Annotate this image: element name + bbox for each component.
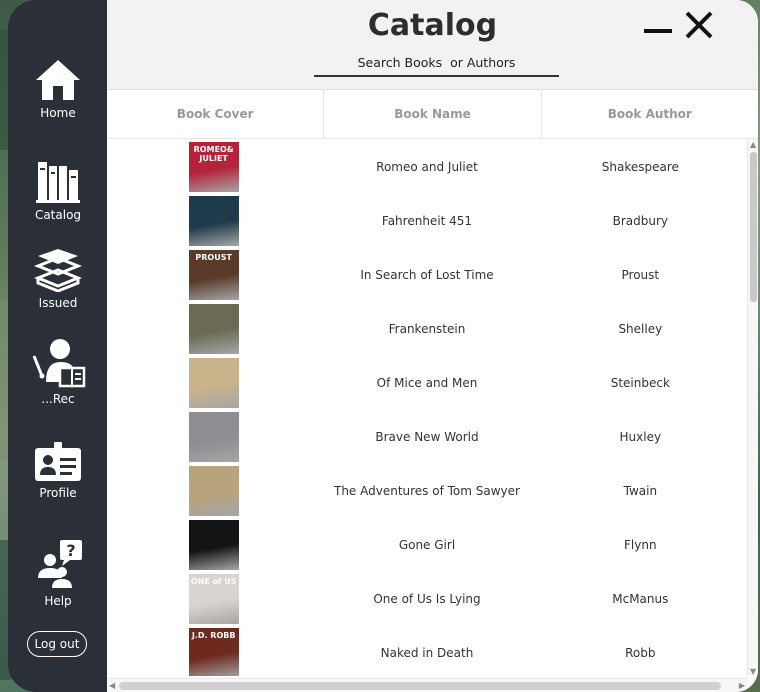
cover-cell [107,520,320,570]
cover-title-text: ROMEO& JULIET [193,145,234,163]
scroll-left-icon[interactable]: ◀ [109,681,115,690]
column-header-author[interactable]: Book Author [542,90,758,138]
cover-cell [107,304,320,354]
table-row[interactable]: Frankenstein Shelley [107,302,747,356]
book-author-cell: Huxley [619,430,662,444]
sidebar-item-label: Catalog [34,208,82,222]
table-row[interactable]: Of Mice and Men Steinbeck [107,356,747,410]
book-name-cell: Fahrenheit 451 [381,214,473,228]
home-icon [36,60,80,100]
sidebar: Home Catalog Issued ...Rec Profile ? Hel… [8,0,108,692]
table-row[interactable]: The Adventures of Tom Sawyer Twain [107,464,747,518]
book-author-cell: Flynn [624,538,657,552]
logout-button[interactable]: Log out [27,631,87,657]
book-name-cell: Naked in Death [380,646,474,660]
book-author-cell: McManus [612,592,669,606]
minimize-button[interactable] [644,20,672,39]
book-name-cell: One of Us Is Lying [373,592,481,606]
sidebar-item-label: ...Rec [41,392,75,406]
book-author-cell: Shakespeare [601,160,679,174]
teacher-icon [32,339,86,388]
book-author-cell: Shelley [618,322,663,336]
table-header: Book Cover Book Name Book Author [107,90,758,139]
book-cover-image[interactable] [188,412,239,462]
book-name-cell: In Search of Lost Time [360,268,494,282]
scroll-up-icon[interactable]: ▲ [750,140,756,149]
sidebar-item-home[interactable]: Home [8,58,108,120]
svg-text:?: ? [66,541,75,560]
book-name-cell: Brave New World [375,430,479,444]
book-cover-image[interactable]: J.D. ROBB [188,628,239,676]
scroll-right-icon[interactable]: ▶ [739,681,745,690]
book-author-cell: Bradbury [612,214,669,228]
id-card-icon [35,442,81,481]
table-body: ROMEO& JULIET Romeo and Juliet Shakespeare… [107,140,747,676]
column-header-name[interactable]: Book Name [324,90,542,138]
table-row[interactable]: ONE of US One of Us Is Lying McManus [107,572,747,626]
cover-cell: PROUST [107,250,320,300]
horizontal-scrollbar[interactable]: ◀ ▶ [107,678,747,692]
cover-title-text: ONE of US [190,577,237,586]
scroll-thumb[interactable] [119,682,721,690]
close-icon [685,11,713,39]
book-name-cell: Frankenstein [388,322,466,336]
book-name-cell: Gone Girl [398,538,456,552]
book-cover-image[interactable] [188,304,239,354]
cover-cell: ROMEO& JULIET [107,142,320,192]
cover-cell [107,412,320,462]
sidebar-item-catalog[interactable]: Catalog [8,160,108,222]
book-cover-image[interactable]: PROUST [188,250,239,300]
cover-cell [107,358,320,408]
search-input[interactable] [314,50,559,77]
table-row[interactable]: Fahrenheit 451 Bradbury [107,194,747,248]
sidebar-item-profile[interactable]: Profile [8,442,108,500]
sidebar-item-label: Issued [38,296,78,310]
cover-title-text: J.D. ROBB [191,631,236,640]
table-row[interactable]: ROMEO& JULIET Romeo and Juliet Shakespeare [107,140,747,194]
cover-cell: ONE of US [107,574,320,624]
book-cover-image[interactable] [188,196,239,246]
table-row[interactable]: PROUST In Search of Lost Time Proust [107,248,747,302]
book-stack-icon [34,249,82,292]
table-row[interactable]: J.D. ROBB Naked in Death Robb [107,626,747,676]
vertical-scrollbar[interactable]: ▲ ▼ [747,140,758,676]
cover-title-text: PROUST [195,253,232,262]
scroll-thumb[interactable] [750,152,757,302]
book-cover-image[interactable] [188,358,239,408]
book-cover-image[interactable] [188,520,239,570]
close-button[interactable] [684,10,714,44]
help-icon: ? [38,540,82,588]
book-name-cell: Romeo and Juliet [376,160,478,174]
book-cover-image[interactable]: ONE of US [188,574,239,624]
sidebar-item-label: Home [40,106,76,120]
minimize-icon [644,29,672,33]
book-name-cell: The Adventures of Tom Sawyer [333,484,520,498]
table-row[interactable]: Gone Girl Flynn [107,518,747,572]
cover-cell: J.D. ROBB [107,628,320,676]
book-author-cell: Twain [623,484,658,498]
main-panel: Catalog Book Cover Book Name Book Author… [107,0,758,692]
cover-cell [107,466,320,516]
book-cover-image[interactable] [188,466,239,516]
scroll-down-icon[interactable]: ▼ [750,667,756,676]
sidebar-item-issued[interactable]: Issued [8,248,108,310]
column-header-cover[interactable]: Book Cover [107,90,325,138]
table-row[interactable]: Brave New World Huxley [107,410,747,464]
books-icon [36,162,80,203]
book-author-cell: Steinbeck [610,376,670,390]
book-author-cell: Proust [621,268,660,282]
book-author-cell: Robb [625,646,656,660]
book-name-cell: Of Mice and Men [376,376,478,390]
header: Catalog [107,0,758,90]
sidebar-item-recommendations[interactable]: ...Rec [8,338,108,406]
sidebar-item-label: Profile [39,486,77,500]
book-cover-image[interactable]: ROMEO& JULIET [188,142,239,192]
sidebar-item-label: Help [44,594,72,608]
sidebar-item-help[interactable]: ? Help [8,538,108,608]
cover-cell [107,196,320,246]
